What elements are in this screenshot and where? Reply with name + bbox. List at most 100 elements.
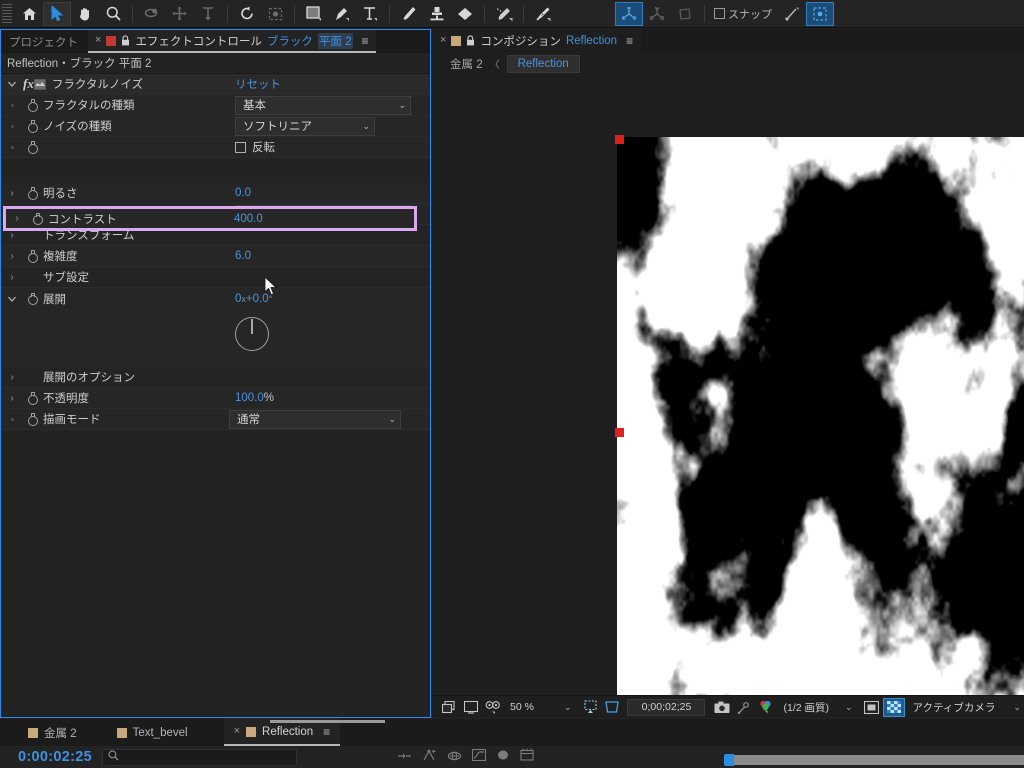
- camera-label[interactable]: アクティブカメラ: [913, 700, 996, 715]
- lock-icon[interactable]: [121, 35, 130, 46]
- property-row-sub-settings[interactable]: › サブ設定: [1, 267, 430, 288]
- local-axis-mode-icon[interactable]: [615, 1, 643, 26]
- shy-layers-icon[interactable]: [397, 748, 412, 766]
- toggle-viewer-icon[interactable]: [460, 698, 482, 717]
- contrast-value[interactable]: 400.0: [234, 213, 263, 225]
- hand-tool-icon[interactable]: [71, 2, 99, 26]
- panel-menu-icon[interactable]: ≡: [626, 34, 633, 48]
- shape-tool-icon[interactable]: [300, 2, 328, 26]
- take-snapshot-icon[interactable]: [711, 698, 733, 717]
- work-area-bar[interactable]: [734, 755, 1024, 765]
- motion-blur-icon[interactable]: [447, 748, 462, 766]
- angle-dial-control[interactable]: [235, 317, 269, 351]
- tab-reflection[interactable]: × Reflection ≡: [223, 719, 341, 746]
- breadcrumb-parent[interactable]: 金属 2: [450, 56, 483, 72]
- tab-project[interactable]: プロジェクト: [1, 30, 88, 53]
- brightness-value[interactable]: 0.0: [235, 187, 251, 199]
- brainstorm-icon[interactable]: [496, 748, 510, 766]
- tab-composition[interactable]: × コンポジション Reflection ≡: [432, 29, 642, 52]
- puppet-pin-tool-icon[interactable]: [529, 2, 557, 26]
- invert-checkbox-group[interactable]: 反転: [235, 139, 275, 155]
- invert-checkbox[interactable]: [235, 141, 246, 153]
- expand-arrow-icon[interactable]: ›: [1, 272, 23, 283]
- property-row-fractal-type[interactable]: フラクタルの種類 基本 ⌄: [1, 95, 430, 116]
- stopwatch-icon[interactable]: [23, 413, 41, 426]
- complexity-value[interactable]: 6.0: [235, 250, 251, 262]
- move-down-tool-icon[interactable]: [194, 2, 222, 26]
- property-row-noise-type[interactable]: ノイズの種類 ソフトリニア ⌄: [1, 116, 430, 137]
- expand-arrow-icon[interactable]: ›: [1, 188, 23, 199]
- close-icon[interactable]: ×: [95, 35, 101, 46]
- auto-frame-icon[interactable]: [806, 1, 834, 26]
- camera-chevron-down-icon[interactable]: ⌄: [1013, 702, 1021, 713]
- 3d-view-popup-icon[interactable]: [482, 698, 504, 717]
- close-icon[interactable]: ×: [440, 35, 446, 46]
- stopwatch-icon[interactable]: [23, 250, 41, 263]
- property-row-evolution-options[interactable]: › 展開のオプション: [1, 367, 430, 388]
- opacity-value[interactable]: 100.0: [235, 392, 264, 404]
- world-axis-mode-icon[interactable]: [643, 2, 671, 26]
- home-icon[interactable]: [15, 2, 43, 26]
- toggle-transparency-grid-icon[interactable]: [438, 698, 460, 717]
- type-tool-icon[interactable]: [356, 2, 384, 26]
- property-row-complexity[interactable]: › 複雑度 6.0: [1, 246, 430, 267]
- roto-brush-tool-icon[interactable]: [490, 2, 518, 26]
- property-row-evolution[interactable]: 展開 0 x +0.0 °: [1, 288, 430, 309]
- close-icon[interactable]: ×: [234, 726, 240, 737]
- timecode-field[interactable]: 0;00;02;25: [627, 698, 706, 716]
- reset-link[interactable]: リセット: [235, 76, 281, 92]
- auto-keyframe-icon[interactable]: [520, 748, 534, 766]
- property-row-blending-mode[interactable]: 描画モード 通常 ⌄: [1, 409, 430, 430]
- fractal-type-dropdown[interactable]: 基本 ⌄: [235, 95, 411, 115]
- resolution-chevron-down-icon[interactable]: ⌄: [845, 702, 853, 713]
- toolbar-grip[interactable]: [2, 3, 12, 24]
- snapping-target-icon[interactable]: [778, 2, 806, 26]
- composition-viewer-stage[interactable]: [432, 75, 1024, 697]
- expand-arrow-icon[interactable]: ›: [1, 251, 23, 262]
- time-indicator-handle[interactable]: [724, 754, 734, 766]
- expand-arrow-icon[interactable]: ›: [1, 230, 23, 241]
- toggle-alpha-icon[interactable]: [882, 697, 905, 717]
- view-axis-mode-icon[interactable]: [671, 2, 699, 26]
- rotation-tool-icon[interactable]: [233, 2, 261, 26]
- blending-mode-dropdown[interactable]: 通常 ⌄: [229, 409, 401, 429]
- stopwatch-icon[interactable]: [23, 187, 41, 200]
- stopwatch-icon[interactable]: [28, 212, 46, 225]
- region-of-interest-icon[interactable]: [601, 698, 623, 717]
- effect-header-row[interactable]: fx フラクタルノイズ リセット: [1, 74, 430, 95]
- frame-blending-icon[interactable]: [422, 748, 437, 766]
- brush-tool-icon[interactable]: [395, 2, 423, 26]
- tab-kinzoku-2[interactable]: 金属 2: [0, 719, 93, 746]
- expand-arrow-icon[interactable]: ›: [6, 213, 28, 224]
- twirl-icon[interactable]: [1, 80, 23, 88]
- expand-arrow-icon[interactable]: ›: [1, 372, 23, 383]
- stopwatch-icon[interactable]: [23, 392, 41, 405]
- lock-icon[interactable]: [466, 35, 475, 46]
- tab-effect-controls[interactable]: × エフェクトコントロール ブラック 平面 2 ≡: [88, 30, 376, 53]
- stopwatch-icon[interactable]: [23, 99, 41, 112]
- stopwatch-icon[interactable]: [23, 141, 41, 154]
- snap-checkbox[interactable]: [714, 8, 725, 19]
- collapse-arrow-icon[interactable]: [1, 295, 23, 303]
- show-snapshot-icon[interactable]: [733, 698, 755, 717]
- search-input[interactable]: [101, 748, 297, 766]
- orbit-tool-icon[interactable]: [138, 2, 166, 26]
- eraser-tool-icon[interactable]: [451, 2, 479, 26]
- tab-text-bevel[interactable]: Text_bevel: [101, 719, 204, 746]
- property-row-contrast[interactable]: › コントラスト 400.0: [3, 206, 417, 231]
- expand-arrow-icon[interactable]: ›: [1, 393, 23, 404]
- selection-handle-top-left[interactable]: [615, 135, 624, 144]
- zoom-tool-icon[interactable]: [99, 2, 127, 26]
- property-row-invert[interactable]: 反転: [1, 137, 430, 158]
- snapping-toggle[interactable]: スナップ: [710, 2, 778, 26]
- selection-tool-icon[interactable]: [43, 1, 71, 26]
- region-of-interest-icon[interactable]: [261, 2, 289, 26]
- horizontal-scrollbar[interactable]: [270, 720, 385, 723]
- breadcrumb-current[interactable]: Reflection: [506, 54, 580, 73]
- pen-tool-icon[interactable]: [328, 2, 356, 26]
- pan-behind-tool-icon[interactable]: [166, 2, 194, 26]
- panel-menu-icon[interactable]: ≡: [323, 725, 330, 739]
- zoom-level[interactable]: 50 %: [510, 701, 534, 713]
- clone-stamp-tool-icon[interactable]: [423, 2, 451, 26]
- resolution-label[interactable]: (1/2 画質): [783, 700, 829, 715]
